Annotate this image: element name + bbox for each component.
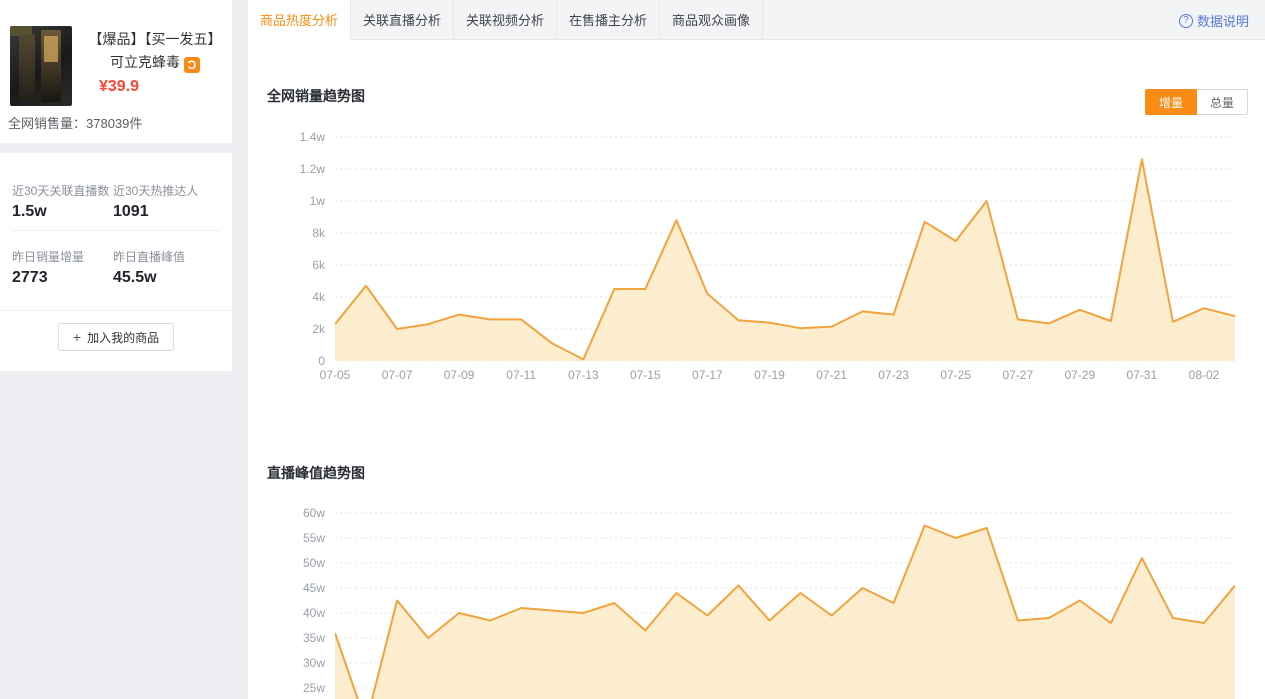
add-to-my-products-button[interactable]: + 加入我的商品 <box>58 323 174 351</box>
total-sales-line: 全网销售量：378039件 <box>8 113 142 132</box>
tab-onsale-streamer-analysis[interactable]: 在售播主分析 <box>557 0 660 40</box>
stat-value-yesterday-peak: 45.5w <box>113 269 157 287</box>
data-help-link[interactable]: ? 数据说明 <box>1179 11 1249 30</box>
tab-product-heat-analysis[interactable]: 商品热度分析 <box>248 0 351 40</box>
y-axis-label: 0 <box>255 354 325 368</box>
douyin-shop-badge-icon: Ɔ <box>184 57 200 73</box>
y-axis-label: 2k <box>255 322 325 336</box>
tab-related-live-analysis[interactable]: 关联直播分析 <box>351 0 454 40</box>
stat-value-live-count: 1.5w <box>12 203 47 221</box>
total-sales-value: 378039件 <box>86 116 142 131</box>
x-axis-label: 08-02 <box>1189 368 1220 382</box>
y-axis-label: 1.2w <box>255 162 325 176</box>
x-axis-label: 07-27 <box>1002 368 1033 382</box>
live-peak-trend-chart[interactable]: 60w55w50w45w40w35w30w25w <box>335 505 1235 699</box>
y-axis-label: 1w <box>255 194 325 208</box>
chart-mode-toggle: 增量 总量 <box>1145 89 1248 115</box>
analysis-tabbar: 商品热度分析 关联直播分析 关联视频分析 在售播主分析 商品观众画像 <box>248 0 1265 40</box>
sales-trend-chart[interactable]: 02k4k6k8k1w1.2w1.4w07-0507-0707-0907-110… <box>335 130 1235 388</box>
x-axis-label: 07-25 <box>940 368 971 382</box>
product-title-text: 【爆品】【买一发五】可立克蜂毒 <box>89 31 222 70</box>
product-card: 【爆品】【买一发五】可立克蜂毒 Ɔ ¥39.9 全网销售量：378039件 <box>0 0 232 143</box>
tab-related-video-analysis[interactable]: 关联视频分析 <box>454 0 557 40</box>
x-axis-label: 07-11 <box>506 368 536 382</box>
total-sales-label: 全网销售量： <box>8 116 86 131</box>
y-axis-label: 30w <box>255 656 325 670</box>
x-axis-label: 07-13 <box>568 368 599 382</box>
x-axis-label: 07-05 <box>320 368 351 382</box>
data-help-label: 数据说明 <box>1197 11 1249 30</box>
toggle-total-button[interactable]: 总量 <box>1197 89 1248 115</box>
live-peak-chart-title: 直播峰值趋势图 <box>267 463 365 483</box>
y-axis-label: 1.4w <box>255 130 325 144</box>
stat-value-yesterday-sales: 2773 <box>12 269 48 287</box>
analysis-panel: 商品热度分析 关联直播分析 关联视频分析 在售播主分析 商品观众画像 ? 数据说… <box>248 0 1265 699</box>
tab-product-audience-profile[interactable]: 商品观众画像 <box>660 0 763 40</box>
stat-label-live-count: 近30天关联直播数 <box>12 182 109 199</box>
stat-label-yesterday-sales: 昨日销量增量 <box>12 248 84 265</box>
product-image <box>10 26 72 106</box>
question-circle-icon: ? <box>1179 14 1193 28</box>
x-axis-label: 07-31 <box>1127 368 1158 382</box>
y-axis-label: 45w <box>255 581 325 595</box>
stat-value-hot-influencers: 1091 <box>113 203 149 221</box>
y-axis-label: 8k <box>255 226 325 240</box>
y-axis-label: 35w <box>255 631 325 645</box>
toggle-increment-button[interactable]: 增量 <box>1145 89 1197 115</box>
product-sidebar: 【爆品】【买一发五】可立克蜂毒 Ɔ ¥39.9 全网销售量：378039件 近3… <box>0 0 232 371</box>
y-axis-label: 55w <box>255 531 325 545</box>
product-stats-card: 近30天关联直播数 近30天热推达人 1.5w 1091 昨日销量增量 昨日直播… <box>0 153 232 371</box>
y-axis-label: 25w <box>255 681 325 695</box>
plus-icon: + <box>73 330 81 344</box>
y-axis-label: 6k <box>255 258 325 272</box>
x-axis-label: 07-19 <box>754 368 785 382</box>
stat-label-hot-influencers: 近30天热推达人 <box>113 182 198 199</box>
trend-area-series <box>335 505 1235 699</box>
stat-label-yesterday-peak: 昨日直播峰值 <box>113 248 185 265</box>
x-axis-label: 07-23 <box>878 368 909 382</box>
product-title: 【爆品】【买一发五】可立克蜂毒 Ɔ <box>84 28 226 74</box>
trend-area-series <box>335 130 1235 362</box>
x-axis-label: 07-07 <box>382 368 413 382</box>
x-axis-label: 07-15 <box>630 368 661 382</box>
x-axis-label: 07-29 <box>1064 368 1095 382</box>
add-to-my-products-label: 加入我的商品 <box>87 329 159 346</box>
product-price: ¥39.9 <box>99 78 139 96</box>
y-axis-label: 50w <box>255 556 325 570</box>
x-axis-label: 07-21 <box>816 368 847 382</box>
x-axis-label: 07-17 <box>692 368 723 382</box>
x-axis: 07-0507-0707-0907-1107-1307-1507-1707-19… <box>335 368 1235 384</box>
y-axis-label: 60w <box>255 506 325 520</box>
stats-bottom-divider <box>0 310 232 311</box>
sales-trend-chart-title: 全网销量趋势图 <box>267 86 365 106</box>
x-axis-label: 07-09 <box>444 368 475 382</box>
y-axis-label: 40w <box>255 606 325 620</box>
y-axis-label: 4k <box>255 290 325 304</box>
stats-divider <box>12 230 220 231</box>
